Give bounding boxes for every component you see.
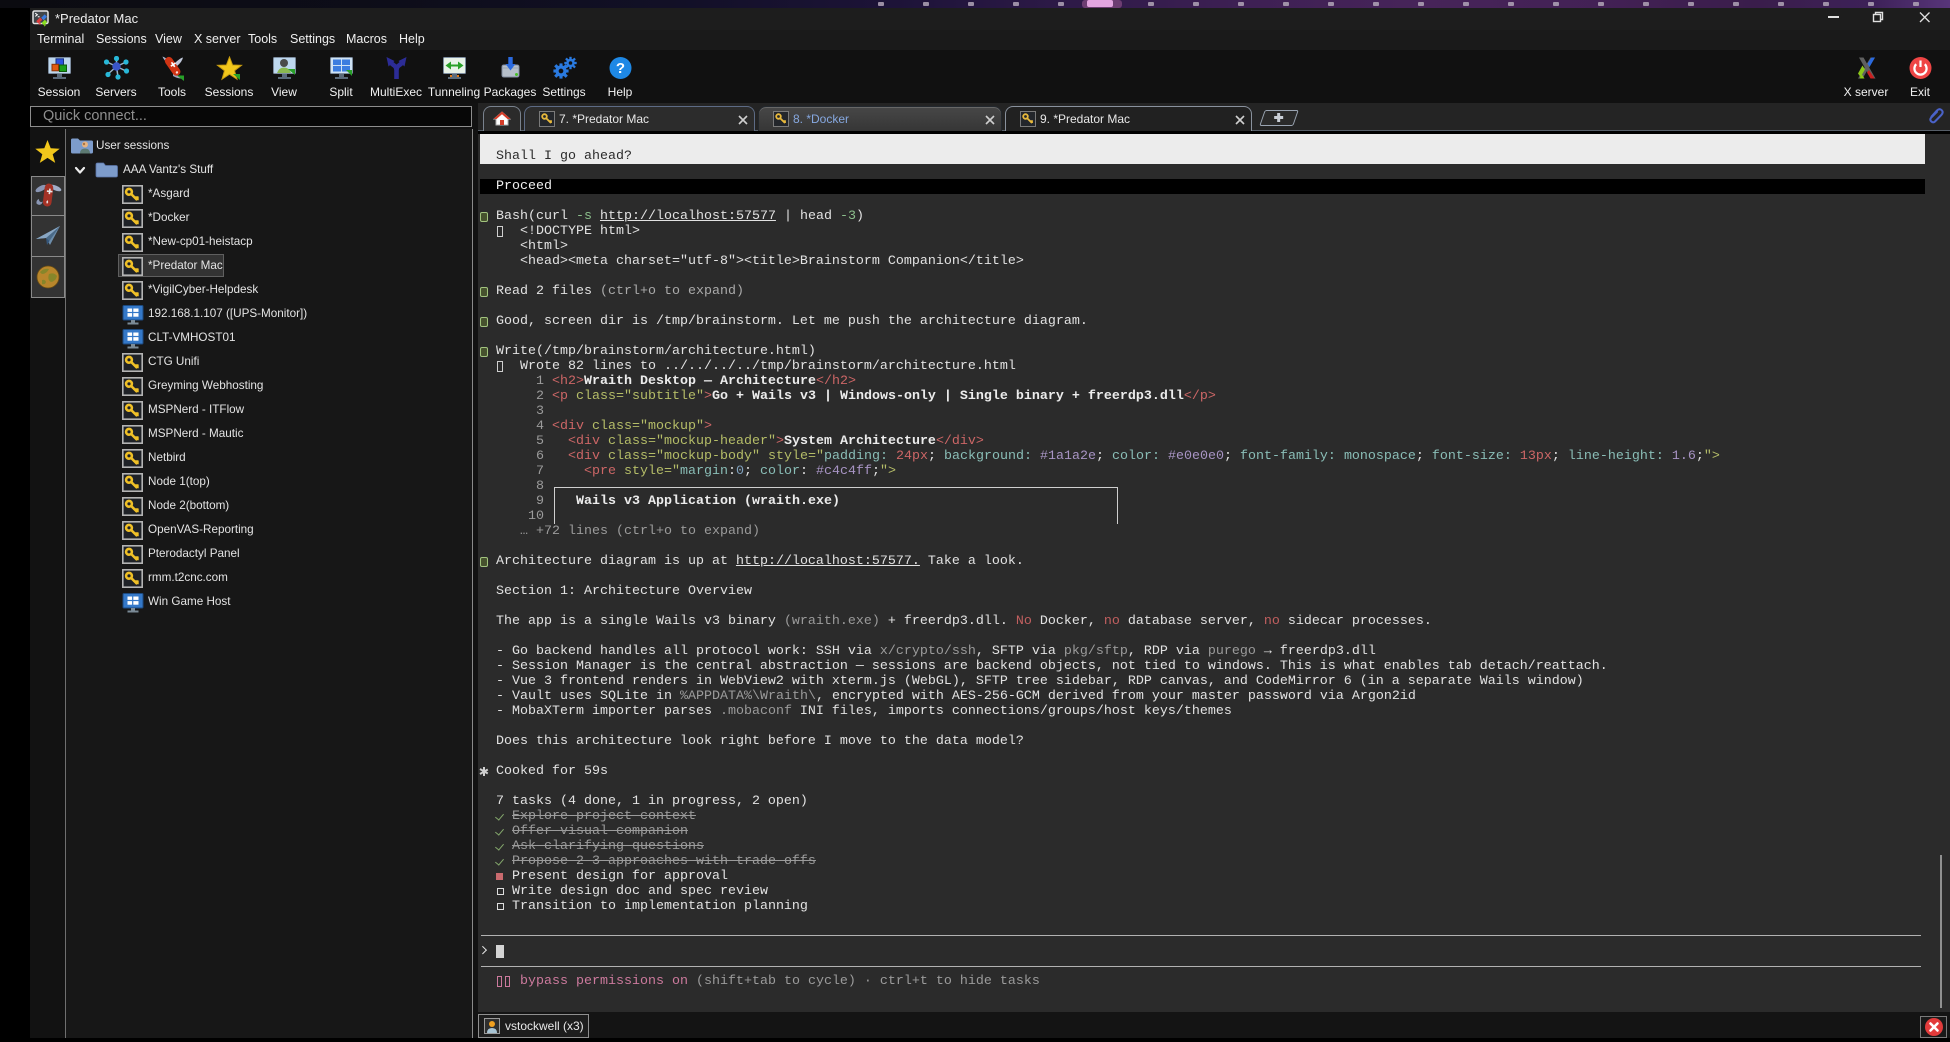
svg-text:?: ?: [615, 60, 624, 77]
